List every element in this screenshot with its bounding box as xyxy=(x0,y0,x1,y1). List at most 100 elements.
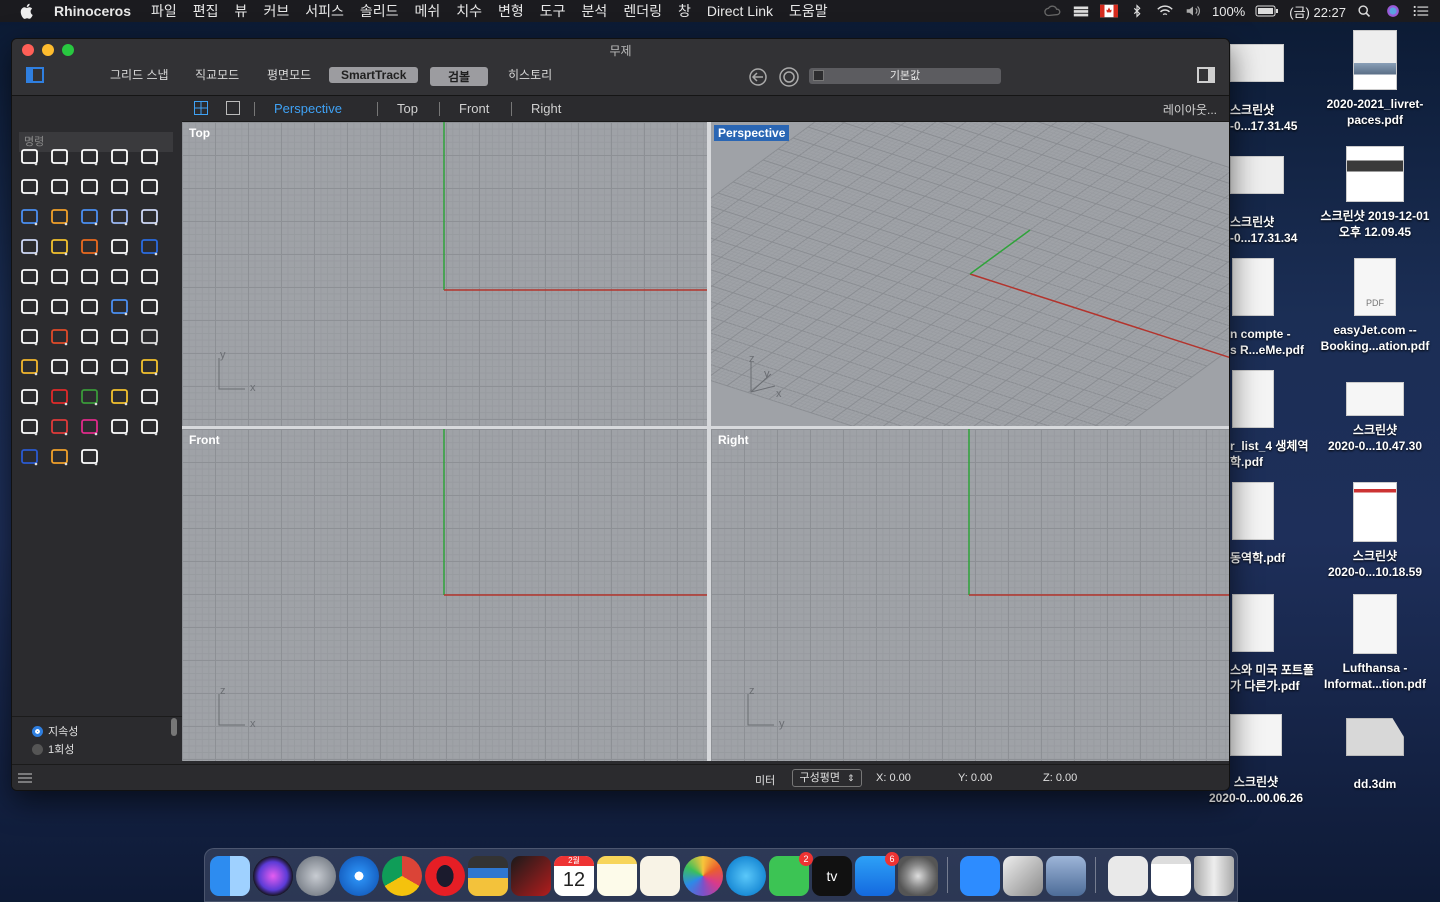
explode-tool-icon[interactable] xyxy=(48,235,72,259)
system-preferences-icon[interactable] xyxy=(898,856,938,896)
menu-window[interactable]: 창 xyxy=(678,1,691,21)
left-sidebar-toggle-icon[interactable] xyxy=(26,67,44,83)
pipe-tool-icon[interactable] xyxy=(138,295,162,319)
battery-percent[interactable]: 100% xyxy=(1212,4,1245,19)
right-sidebar-toggle-icon[interactable] xyxy=(1197,67,1215,83)
battery-icon[interactable] xyxy=(1255,4,1279,18)
menu-edit[interactable]: 편집 xyxy=(193,1,219,21)
desktop-file-dd3dm[interactable]: dd.3dm xyxy=(1315,718,1435,792)
hamburger-menu-icon[interactable] xyxy=(18,773,32,783)
light-tool-icon[interactable] xyxy=(18,355,42,379)
render-tool-icon[interactable] xyxy=(138,325,162,349)
menu-direct-link[interactable]: Direct Link xyxy=(707,3,773,19)
grid-array-tool-icon[interactable] xyxy=(18,325,42,349)
preview-icon[interactable] xyxy=(1046,856,1086,896)
point-tool-icon[interactable] xyxy=(48,145,72,169)
tab-top[interactable]: Top xyxy=(397,101,418,116)
desktop-file-thumbnail[interactable] xyxy=(1230,44,1284,82)
curve-tool-icon[interactable] xyxy=(48,175,72,199)
zoom-window-tool-icon[interactable] xyxy=(108,355,132,379)
cylinder-tool-icon[interactable] xyxy=(138,205,162,229)
siri-icon[interactable] xyxy=(253,856,293,896)
check-tool-icon[interactable] xyxy=(108,325,132,349)
lock-tool-icon[interactable] xyxy=(18,415,42,439)
group-tool-icon[interactable] xyxy=(18,265,42,289)
history-toggle[interactable]: 히스토리 xyxy=(508,66,552,83)
viewport-right[interactable]: z y Right xyxy=(711,429,1229,761)
surface-tool-icon[interactable] xyxy=(18,205,42,229)
solid-tool-icon[interactable] xyxy=(108,295,132,319)
menu-view[interactable]: 뷰 xyxy=(235,1,248,21)
one-time-radio[interactable]: 1회성 xyxy=(32,741,74,757)
units-label[interactable]: 미터 xyxy=(755,772,775,788)
launchpad-icon[interactable] xyxy=(296,856,336,896)
volume-icon[interactable] xyxy=(1184,4,1202,18)
single-viewport-layout-icon[interactable] xyxy=(226,101,240,115)
calendar-icon[interactable]: 2월 12 xyxy=(554,856,594,896)
filter-icon[interactable] xyxy=(749,68,767,86)
arc-tool-icon[interactable] xyxy=(78,265,102,289)
layout-button[interactable]: 레이아웃... xyxy=(1163,101,1217,118)
apple-tv-icon[interactable]: tv xyxy=(812,856,852,896)
four-viewport-layout-icon[interactable] xyxy=(194,101,208,115)
ortho-toggle[interactable]: 직교모드 xyxy=(195,66,239,83)
fillet-tool-icon[interactable] xyxy=(138,175,162,199)
gumball-toggle[interactable]: 검볼 xyxy=(430,67,489,86)
stack-icon[interactable] xyxy=(1072,4,1090,18)
menu-app-name[interactable]: Rhinoceros xyxy=(54,3,131,19)
rectangle-tool-icon[interactable] xyxy=(108,145,132,169)
photos-icon[interactable] xyxy=(683,856,723,896)
snap-tool-icon[interactable] xyxy=(108,385,132,409)
wifi-icon[interactable] xyxy=(1156,4,1174,18)
notes-icon[interactable] xyxy=(597,856,637,896)
desktop-file-thumbnail[interactable] xyxy=(1232,258,1274,316)
layer-selector[interactable]: 기본값 xyxy=(809,68,1001,84)
viewport-top[interactable]: y x Top xyxy=(182,122,707,426)
tab-front[interactable]: Front xyxy=(459,101,489,116)
notification-center-icon[interactable] xyxy=(1412,4,1430,18)
desktop-file-label[interactable]: n compte -s R...eMe.pdf xyxy=(1230,326,1340,358)
menu-help[interactable]: 도움말 xyxy=(789,1,828,21)
desktop-file-thumbnail[interactable] xyxy=(1232,594,1274,652)
sphere-white-tool-icon[interactable] xyxy=(108,415,132,439)
sidebar-scrollbar[interactable] xyxy=(171,718,177,736)
tab-perspective[interactable]: Perspective xyxy=(274,101,342,116)
select-tool-icon[interactable] xyxy=(18,145,42,169)
material-tool-icon[interactable] xyxy=(48,445,72,469)
osnap-icon[interactable] xyxy=(779,67,799,87)
safari-icon[interactable] xyxy=(339,856,379,896)
downloads-stack-icon[interactable] xyxy=(1151,856,1191,896)
zoom-extent-tool-icon[interactable] xyxy=(138,355,162,379)
facetime-icon[interactable]: 2 xyxy=(769,852,813,896)
menu-mesh[interactable]: 메쉬 xyxy=(414,1,440,21)
chrome-icon[interactable] xyxy=(382,856,422,896)
rotate-tool-icon[interactable] xyxy=(18,385,42,409)
viewport-front[interactable]: z x Front xyxy=(182,429,707,761)
render-sphere-tool-icon[interactable] xyxy=(18,445,42,469)
tab-right[interactable]: Right xyxy=(531,101,561,116)
plane-tool-icon[interactable] xyxy=(18,235,42,259)
apple-icon[interactable] xyxy=(18,2,36,20)
transform-tool-icon[interactable] xyxy=(48,325,72,349)
sphere-dotted-tool-icon[interactable] xyxy=(138,415,162,439)
menu-render[interactable]: 렌더링 xyxy=(623,1,662,21)
menu-solid[interactable]: 솔리드 xyxy=(360,1,399,21)
smarttrack-toggle[interactable]: SmartTrack xyxy=(329,67,419,83)
cplane-dropdown[interactable]: 구성평면 ⇕ xyxy=(792,769,862,787)
desktop-file-label[interactable]: 스크린샷 -0...17.31.34 xyxy=(1230,214,1340,246)
menu-tools[interactable]: 도구 xyxy=(540,1,566,21)
spotlight-search-icon[interactable] xyxy=(1356,4,1374,18)
documents-stack-icon[interactable] xyxy=(1108,856,1148,896)
solid-box-tool-icon[interactable] xyxy=(78,205,102,229)
viewport-splitter-horizontal[interactable] xyxy=(182,426,1229,429)
analyze-tool-icon[interactable] xyxy=(48,355,72,379)
bluetooth-icon[interactable] xyxy=(1128,4,1146,18)
polygon-tool-icon[interactable] xyxy=(108,175,132,199)
menu-transform[interactable]: 변형 xyxy=(498,1,524,21)
align-tool-icon[interactable] xyxy=(48,295,72,319)
polyline-tool-icon[interactable] xyxy=(78,145,102,169)
desktop-file-label[interactable]: r_list_4 생체역 학.pdf xyxy=(1230,438,1340,470)
canada-flag-icon[interactable] xyxy=(1099,4,1118,18)
rhino-icon[interactable] xyxy=(1003,856,1043,896)
menu-curve[interactable]: 커브 xyxy=(263,1,289,21)
